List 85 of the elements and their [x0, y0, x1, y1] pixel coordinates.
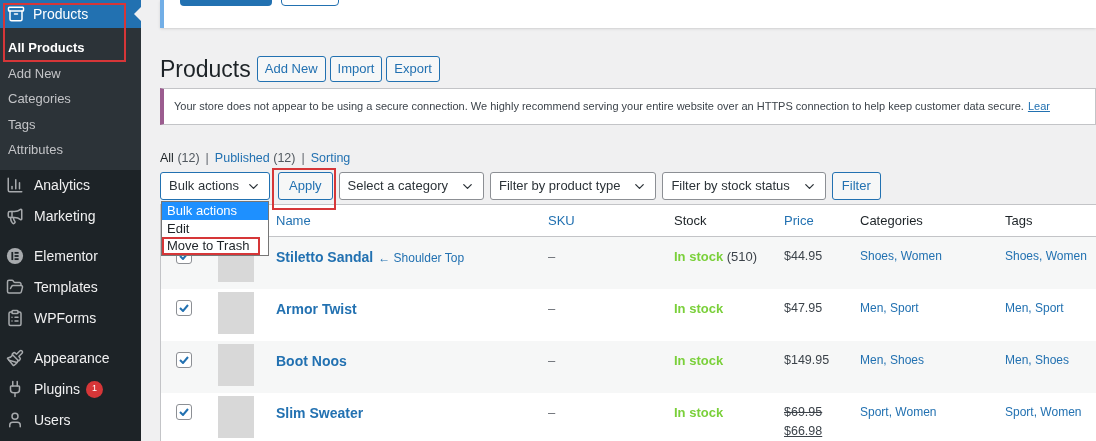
price-cell-text: $66.98: [784, 422, 824, 440]
sku-cell-text: –: [547, 404, 557, 422]
filter-select[interactable]: Filter by product type: [490, 172, 657, 200]
filter-button[interactable]: Filter: [831, 172, 881, 200]
view-link[interactable]: All (12): [160, 148, 200, 168]
column-header[interactable]: Categories: [850, 210, 995, 231]
page-title: Products: [160, 54, 251, 84]
submenu-item[interactable]: Attributes: [0, 137, 141, 163]
categories-link[interactable]: Sport, Women: [850, 403, 995, 421]
product-name-link[interactable]: Boot Noos: [276, 351, 347, 372]
current-notch: [134, 7, 141, 21]
folder-icon: [6, 278, 24, 296]
sku-cell-text: –: [547, 352, 557, 370]
page-action-button[interactable]: Add New: [256, 56, 326, 82]
tags-link[interactable]: Men, Shoes: [995, 351, 1095, 369]
apply-button[interactable]: Apply: [278, 172, 333, 200]
stock-cell-text: In stock: [673, 300, 725, 318]
menu-item[interactable]: WPForms: [0, 302, 141, 334]
product-name-link[interactable]: Armor Twist: [276, 299, 357, 320]
stock-cell-text: In stock: [673, 352, 725, 370]
filter-select[interactable]: Select a category: [338, 172, 484, 200]
menu-item[interactable]: Products: [0, 0, 141, 28]
dropdown-option[interactable]: Move to Trash: [162, 237, 260, 255]
column-header: Stock: [673, 211, 708, 230]
bar-chart-icon: [6, 176, 24, 194]
tags-link[interactable]: Men, Sport: [995, 299, 1095, 317]
sku-cell-text: –: [547, 248, 557, 266]
menu-item[interactable]: Elementor: [0, 240, 141, 272]
stock-cell-text: In stock: [673, 404, 725, 422]
tags-link[interactable]: Sport, Women: [995, 403, 1095, 421]
check-icon: [178, 356, 189, 364]
row-checkbox[interactable]: [175, 352, 192, 368]
megaphone-icon: [6, 207, 24, 225]
separator: |: [205, 149, 209, 167]
categories-link[interactable]: Men, Shoes: [850, 351, 995, 369]
bulk-actions-select[interactable]: Bulk actions: [160, 172, 270, 200]
parent-product-link[interactable]: ← Shoulder Top: [378, 249, 465, 267]
count-badge: 1: [85, 380, 103, 398]
tags-link[interactable]: Shoes, Women: [995, 247, 1095, 265]
stock-cell-text: In stock (510): [673, 248, 759, 266]
paintbrush-icon: [6, 349, 24, 367]
separator: |: [301, 149, 305, 167]
submenu-item[interactable]: Categories: [0, 86, 141, 112]
row-checkbox[interactable]: [175, 404, 192, 420]
page-action-button[interactable]: Export: [386, 56, 440, 82]
row-checkbox[interactable]: [175, 300, 192, 316]
price-cell-text: $47.95: [784, 300, 824, 317]
price-cell-text: $44.95: [784, 248, 824, 265]
categories-link[interactable]: Shoes, Women: [850, 247, 995, 265]
page-action-button[interactable]: Import: [329, 56, 383, 82]
column-header[interactable]: Price: [774, 210, 850, 231]
circle-logo-icon: [6, 247, 24, 265]
filter-select[interactable]: Filter by stock status: [662, 172, 826, 200]
column-header[interactable]: SKU: [538, 210, 664, 231]
form-icon: [6, 309, 24, 327]
archive-icon: [7, 5, 25, 23]
user-icon: [6, 411, 24, 429]
sku-cell-text: –: [547, 300, 557, 318]
dropdown-option[interactable]: Bulk actions: [162, 202, 268, 220]
dropdown-option[interactable]: Edit: [162, 219, 268, 237]
menu-item[interactable]: Users: [0, 404, 141, 436]
menu-item[interactable]: Plugins 1: [0, 373, 141, 405]
check-icon: [178, 304, 189, 312]
categories-link[interactable]: Men, Sport: [850, 299, 995, 317]
view-link[interactable]: Sorting: [310, 148, 351, 168]
old-price: $69.95: [784, 404, 824, 421]
check-icon: [178, 408, 189, 416]
notice-text: Your store does not appear to be using a secure connection. We highly recommend serving your entire website over an HTTPS connection to help keep customer data secure.: [174, 99, 1024, 115]
submenu-item[interactable]: Add New: [0, 60, 141, 86]
notice-link[interactable]: Lear: [1027, 98, 1050, 115]
submenu-item[interactable]: All Products: [0, 35, 141, 61]
product-name-link[interactable]: Slim Sweater: [276, 403, 364, 424]
product-name-link[interactable]: Stiletto Sandal: [276, 247, 374, 268]
price-cell-text: $149.95: [784, 352, 831, 369]
column-header[interactable]: Name: [266, 210, 538, 231]
menu-item[interactable]: Analytics: [0, 169, 141, 201]
submenu-item[interactable]: Tags: [0, 111, 141, 137]
menu-item[interactable]: Marketing: [0, 200, 141, 232]
photo-placeholder: [218, 396, 254, 438]
menu-item[interactable]: Appearance: [0, 342, 141, 374]
photo-placeholder: [218, 292, 254, 334]
column-header[interactable]: Tags: [995, 210, 1095, 231]
photo-placeholder: [218, 344, 254, 386]
view-link[interactable]: Published (12): [214, 148, 296, 168]
menu-item[interactable]: Templates: [0, 271, 141, 303]
